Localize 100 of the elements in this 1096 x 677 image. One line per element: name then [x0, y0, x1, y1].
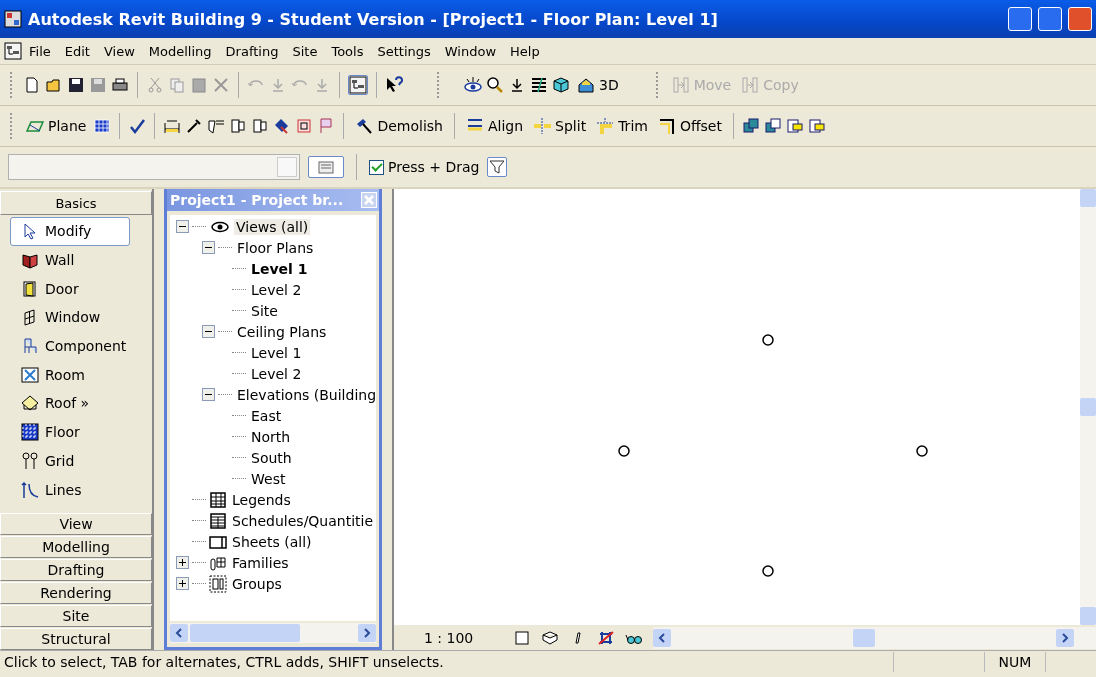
plane-button[interactable]: Plane — [23, 115, 90, 137]
scroll-right-button[interactable] — [1056, 628, 1074, 647]
tree-item[interactable]: Families — [230, 554, 291, 571]
tree-item[interactable]: Site — [249, 302, 280, 319]
elevation-marker[interactable] — [915, 444, 930, 459]
scrollbar[interactable] — [1080, 189, 1096, 625]
elevation-marker[interactable] — [761, 332, 775, 347]
cube-icon[interactable] — [552, 76, 570, 94]
design-tool[interactable]: Door — [10, 274, 130, 304]
design-bar-tab[interactable]: Site — [0, 605, 152, 627]
menu-item[interactable]: Modelling — [141, 41, 219, 61]
tree-item[interactable]: Floor Plans — [235, 239, 316, 256]
design-bar-tab[interactable]: Rendering — [0, 582, 152, 604]
filter-icon[interactable] — [488, 158, 507, 176]
design-bar-tab[interactable]: Structural — [0, 628, 152, 650]
scroll-thumb[interactable] — [852, 628, 875, 647]
collapse-icon[interactable] — [202, 325, 215, 338]
zoom-icon[interactable] — [486, 76, 504, 94]
browser-toggle-icon[interactable] — [349, 76, 367, 94]
expand-icon[interactable] — [176, 556, 189, 569]
close-button[interactable] — [1068, 7, 1092, 31]
collapse-icon[interactable] — [202, 241, 215, 254]
design-bar-tab[interactable]: View — [0, 513, 152, 535]
tree-item[interactable]: Groups — [230, 575, 284, 592]
expand-icon[interactable] — [176, 577, 189, 590]
box-icon[interactable] — [251, 117, 270, 135]
tree-item[interactable]: Elevations (Building — [235, 386, 376, 403]
crop-icon[interactable] — [597, 628, 616, 647]
scroll-thumb[interactable] — [190, 624, 300, 642]
3d-view-button[interactable]: 3D — [574, 74, 622, 96]
design-tool[interactable]: Roof » — [10, 389, 130, 418]
design-bar-tab[interactable]: Drafting — [0, 559, 152, 581]
design-tool[interactable]: Lines — [10, 475, 130, 504]
tree-item[interactable]: Sheets (all) — [230, 533, 314, 550]
lines-icon[interactable] — [530, 76, 548, 94]
scroll-thumb[interactable] — [1080, 398, 1096, 416]
tree-item[interactable]: South — [249, 449, 294, 466]
design-tool[interactable]: Floor — [10, 417, 130, 447]
tree-item[interactable]: North — [249, 428, 293, 445]
design-tool[interactable]: Room — [10, 360, 130, 390]
design-tool[interactable]: Grid — [10, 446, 130, 476]
open-folder-icon[interactable] — [45, 76, 63, 94]
tree-item[interactable]: Level 1 — [249, 260, 310, 277]
design-bar-tab[interactable]: Modelling — [0, 536, 152, 558]
checkbox[interactable] — [369, 159, 384, 175]
box-icon[interactable] — [229, 117, 248, 135]
join-icon[interactable] — [741, 117, 760, 135]
scroll-right-button[interactable] — [358, 624, 376, 642]
menu-item[interactable]: Tools — [324, 41, 371, 61]
scroll-left-button[interactable] — [170, 624, 188, 642]
design-tool[interactable]: Wall — [10, 245, 130, 275]
menu-item[interactable]: Drafting — [218, 41, 286, 61]
save-icon[interactable] — [67, 76, 85, 94]
eye-icon[interactable] — [464, 76, 482, 94]
dimension-icon[interactable] — [163, 117, 182, 135]
tree-item[interactable]: Legends — [230, 491, 293, 508]
tree-item[interactable]: Ceiling Plans — [235, 323, 329, 340]
material-icon[interactable] — [295, 117, 314, 135]
grid-icon[interactable] — [93, 117, 112, 135]
tree-item[interactable]: Schedules/Quantitie — [230, 512, 376, 529]
new-document-icon[interactable] — [23, 76, 41, 94]
scroll-left-button[interactable] — [653, 628, 672, 647]
menu-item[interactable]: File — [22, 41, 58, 61]
scale-label[interactable]: 1 : 100 — [424, 629, 474, 646]
split-button[interactable]: Split — [530, 115, 590, 137]
tree-item[interactable]: Level 2 — [249, 365, 304, 382]
tree-item[interactable]: Level 2 — [249, 281, 304, 298]
collapse-icon[interactable] — [202, 388, 215, 401]
square-icon[interactable] — [513, 628, 532, 647]
menu-item[interactable]: Help — [503, 41, 547, 61]
elevation-marker[interactable] — [616, 444, 631, 459]
join-icon[interactable] — [763, 117, 782, 135]
offset-button[interactable]: Offset — [654, 115, 725, 137]
design-tool[interactable]: Modify — [10, 217, 130, 246]
menu-item[interactable]: Window — [437, 41, 504, 61]
menu-item[interactable]: Site — [285, 41, 325, 61]
square-icon[interactable] — [807, 117, 826, 135]
elevation-marker[interactable] — [761, 563, 775, 578]
trim-button[interactable]: Trim — [593, 115, 651, 137]
menu-item[interactable]: Settings — [370, 41, 438, 61]
design-bar-header[interactable]: Basics — [0, 191, 152, 215]
tag-icon[interactable] — [207, 117, 226, 135]
printer-icon[interactable] — [111, 76, 129, 94]
align-button[interactable]: Align — [462, 115, 527, 137]
design-tool[interactable]: Window — [10, 303, 130, 332]
document-icon[interactable] — [4, 42, 22, 60]
tree-item[interactable]: Views (all) — [234, 218, 311, 235]
design-tool[interactable]: Component — [10, 331, 130, 361]
tree-item[interactable]: Level 1 — [249, 344, 304, 361]
cube-icon[interactable] — [541, 628, 560, 647]
maximize-button[interactable] — [1038, 7, 1062, 31]
help-pointer-icon[interactable] — [385, 76, 403, 94]
collapse-icon[interactable] — [176, 220, 189, 233]
checkbox-label[interactable]: Press + Drag — [388, 159, 480, 175]
scrollbar[interactable] — [653, 626, 1096, 649]
menu-item[interactable]: Edit — [57, 41, 97, 61]
square-icon[interactable] — [785, 117, 804, 135]
scrollbar[interactable] — [170, 623, 376, 643]
tree-item[interactable]: West — [249, 470, 288, 487]
menu-item[interactable]: View — [96, 41, 142, 61]
